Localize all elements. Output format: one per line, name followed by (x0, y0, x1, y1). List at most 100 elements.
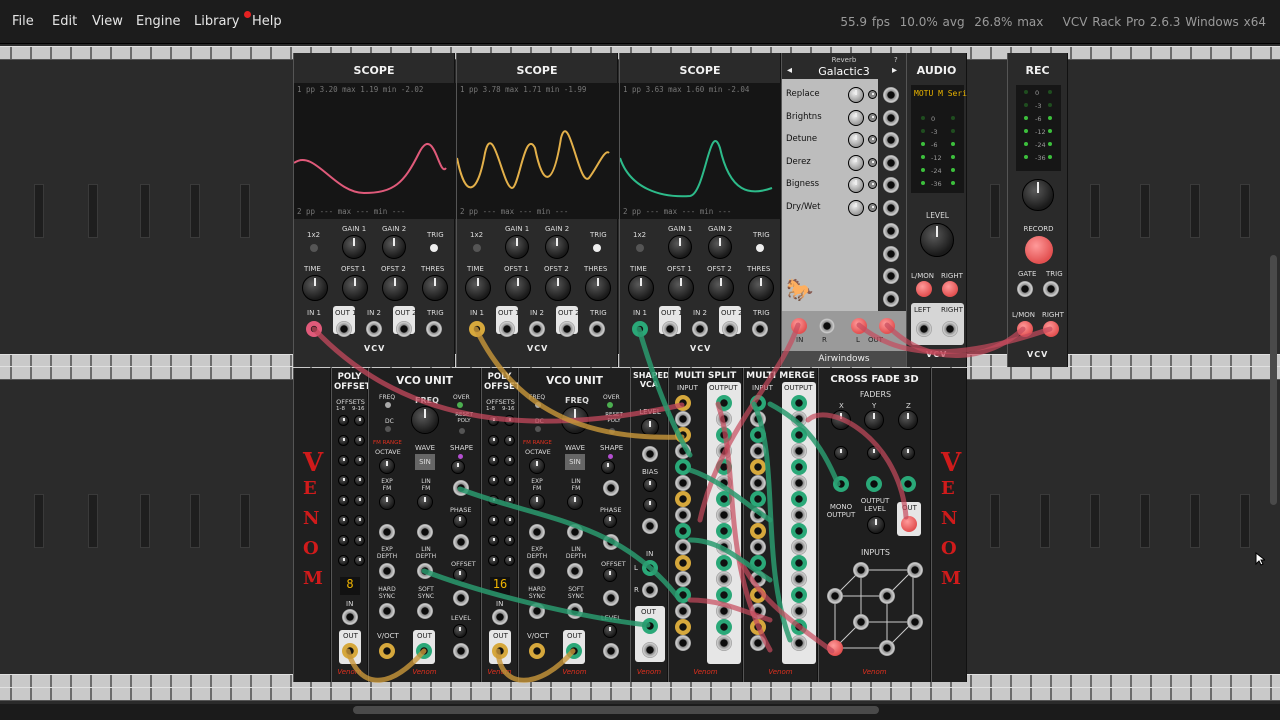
rec-in-left-jack[interactable] (1017, 321, 1033, 337)
gain1-knob[interactable] (668, 235, 692, 259)
offset-knob[interactable] (354, 415, 365, 426)
output-jack[interactable] (791, 443, 807, 459)
vca-curve-knob[interactable] (643, 498, 657, 512)
input-jack[interactable] (750, 539, 766, 555)
input-jack[interactable] (675, 635, 691, 651)
out1-jack[interactable] (336, 321, 352, 337)
output-jack[interactable] (716, 635, 732, 651)
param-knob[interactable] (848, 109, 864, 126)
cube-input-jack[interactable] (907, 562, 923, 578)
fader-y-cv-knob[interactable] (867, 446, 881, 460)
fader-x-cv-jack[interactable] (833, 476, 849, 492)
input-jack[interactable] (750, 571, 766, 587)
shape-cv-jack[interactable] (603, 480, 619, 496)
exp-fm-knob[interactable] (379, 494, 395, 510)
offset-knob[interactable] (488, 535, 499, 546)
output-jack[interactable] (791, 587, 807, 603)
lin-fm-knob[interactable] (567, 494, 583, 510)
scope-module[interactable]: SCOPE 1 pp 3.63 max 1.60 min -2.04 2 pp --… (619, 53, 782, 367)
input-jack[interactable] (750, 523, 766, 539)
fader-x-cv-knob[interactable] (834, 446, 848, 460)
output-jack[interactable] (716, 571, 732, 587)
output-jack[interactable] (716, 555, 732, 571)
audio-device-name[interactable]: MOTU M Seri (914, 89, 967, 98)
cube-input-jack[interactable] (827, 588, 843, 604)
extra-cv-jack[interactable] (883, 290, 899, 307)
gain2-knob[interactable] (708, 235, 732, 259)
reverb-in-l-jack[interactable] (791, 318, 807, 334)
extra-cv-jack[interactable] (883, 245, 899, 262)
offset-knob[interactable] (488, 475, 499, 486)
freq-knob[interactable] (561, 406, 589, 434)
audio-module[interactable]: AUDIO MOTU M Seri LEVEL L/MON RIGHT LEFT… (906, 53, 967, 367)
vca-bias-knob[interactable] (643, 478, 657, 492)
threshold-knob[interactable] (585, 275, 611, 301)
scope-module[interactable]: SCOPE 1 pp 3.78 max 1.71 min -1.99 2 pp --… (456, 53, 619, 367)
offset-knob[interactable] (338, 535, 349, 546)
trig-jack[interactable] (426, 321, 442, 337)
gain1-knob[interactable] (342, 235, 366, 259)
shape-knob[interactable] (451, 460, 465, 474)
vca-out-r-jack[interactable] (642, 642, 658, 658)
output-jack[interactable] (791, 635, 807, 651)
shaped-vca-module[interactable]: SHAPED VCA LEVEL BIAS IN L R OUT Venom (630, 368, 670, 682)
trig-mode-button[interactable] (756, 244, 764, 252)
param-attenuator-knob[interactable] (868, 112, 877, 122)
output-jack[interactable] (791, 411, 807, 427)
output-jack[interactable] (716, 459, 732, 475)
input-jack[interactable] (750, 603, 766, 619)
output-jack[interactable] (791, 459, 807, 475)
param-attenuator-knob[interactable] (868, 202, 877, 212)
offset-cv-jack[interactable] (453, 590, 469, 606)
param-cv-jack[interactable] (883, 177, 899, 193)
input-jack[interactable] (750, 635, 766, 651)
output-jack[interactable] (716, 507, 732, 523)
offset-knob[interactable] (354, 515, 365, 526)
offset-knob[interactable] (338, 515, 349, 526)
audio-out-right-jack[interactable] (942, 321, 958, 337)
input-jack[interactable] (750, 491, 766, 507)
in2-jack[interactable] (366, 321, 382, 337)
audio-level-knob[interactable] (920, 223, 954, 257)
input-jack[interactable] (675, 603, 691, 619)
soft-sync-jack[interactable] (417, 603, 433, 619)
output-jack[interactable] (791, 571, 807, 587)
scope-module[interactable]: SCOPE 1 pp 3.20 max 1.19 min -2.02 2 pp --… (293, 53, 456, 367)
hard-sync-jack[interactable] (529, 603, 545, 619)
offset2-knob[interactable] (382, 275, 408, 301)
input-jack[interactable] (675, 443, 691, 459)
output-jack[interactable] (716, 395, 732, 411)
wave-display[interactable]: SIN (565, 454, 585, 470)
offset-knob[interactable] (504, 495, 515, 506)
offset-knob[interactable] (354, 435, 365, 446)
in1-jack[interactable] (632, 321, 648, 337)
offset1-knob[interactable] (505, 275, 531, 301)
menu-engine[interactable]: Engine (136, 14, 181, 29)
poly-in-jack[interactable] (342, 609, 358, 625)
threshold-knob[interactable] (748, 275, 774, 301)
vco-unit-module[interactable]: VCO UNIT FREQ FREQ OVER DC RESET POLY FM RANGE… (368, 368, 481, 682)
threshold-knob[interactable] (422, 275, 448, 301)
rec-level-knob[interactable] (1022, 179, 1054, 211)
rec-module[interactable]: REC RECORD GATE TRIG L/MON RIGHT VCV 0 -3… (1007, 53, 1068, 367)
input-jack[interactable] (750, 427, 766, 443)
input-jack[interactable] (750, 587, 766, 603)
offset2-knob[interactable] (708, 275, 734, 301)
gain2-knob[interactable] (545, 235, 569, 259)
input-jack[interactable] (675, 459, 691, 475)
phase-cv-jack[interactable] (453, 534, 469, 550)
input-jack[interactable] (675, 475, 691, 491)
out1-jack[interactable] (662, 321, 678, 337)
vco-out-jack[interactable] (416, 643, 432, 659)
output-jack[interactable] (791, 427, 807, 443)
wave-display[interactable]: SIN (415, 454, 435, 470)
menu-help[interactable]: Help (252, 14, 282, 29)
rec-gate-jack[interactable] (1017, 281, 1033, 297)
cube-input-jack[interactable] (827, 640, 843, 656)
output-jack[interactable] (791, 603, 807, 619)
hard-sync-jack[interactable] (379, 603, 395, 619)
output-jack[interactable] (716, 411, 732, 427)
voct-jack[interactable] (529, 643, 545, 659)
offset-knob[interactable] (338, 455, 349, 466)
param-attenuator-knob[interactable] (868, 180, 877, 189)
